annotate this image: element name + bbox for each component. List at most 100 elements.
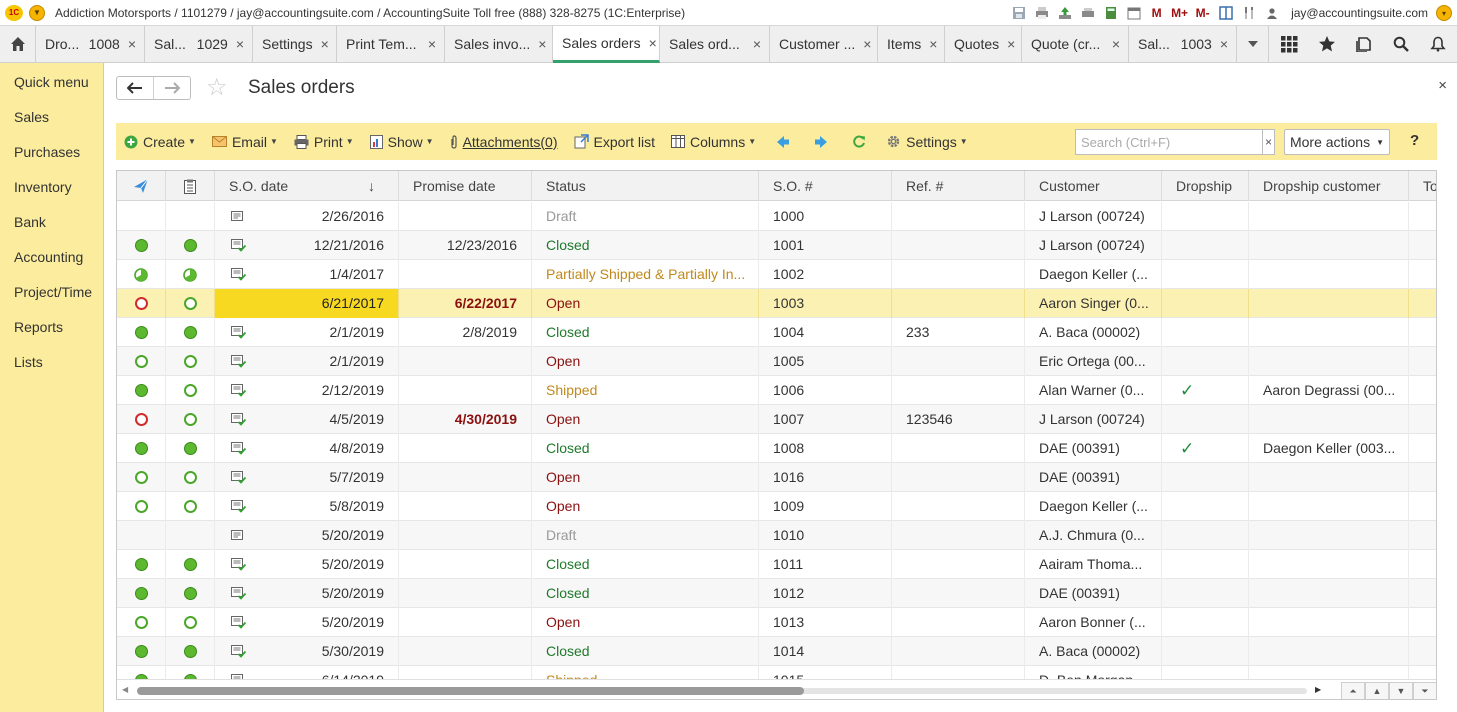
- ref-number-cell[interactable]: [892, 608, 1025, 637]
- dropship-customer-cell[interactable]: [1249, 231, 1409, 260]
- table-row[interactable]: 5/20/2019 Closed 1012 DAE (00391): [117, 579, 1436, 608]
- header-customer[interactable]: Customer: [1025, 171, 1162, 201]
- tab-11[interactable]: Sal... 1003 ×: [1129, 26, 1237, 62]
- total-cell[interactable]: [1409, 376, 1436, 405]
- ref-number-cell[interactable]: [892, 637, 1025, 666]
- total-cell[interactable]: [1409, 405, 1436, 434]
- dropship-customer-cell[interactable]: [1249, 521, 1409, 550]
- customer-cell[interactable]: J Larson (00724): [1025, 405, 1162, 434]
- dropship-cell[interactable]: [1162, 550, 1249, 579]
- scroll-to-top-icon[interactable]: ⏶: [1341, 682, 1365, 699]
- so-number-cell[interactable]: 1008: [759, 434, 892, 463]
- so-number-cell[interactable]: 1007: [759, 405, 892, 434]
- so-number-cell[interactable]: 1005: [759, 347, 892, 376]
- promise-date-cell[interactable]: 4/30/2019: [399, 405, 532, 434]
- dropship-cell[interactable]: [1162, 579, 1249, 608]
- dropship-customer-cell[interactable]: [1249, 202, 1409, 231]
- calculator-icon[interactable]: [1099, 3, 1122, 23]
- status-cell[interactable]: Closed: [532, 579, 759, 608]
- customer-cell[interactable]: Daegon Keller (...: [1025, 260, 1162, 289]
- add-to-favorites-star-icon[interactable]: ☆: [206, 76, 228, 100]
- table-row[interactable]: 2/26/2016 Draft 1000 J Larson (00724): [117, 202, 1436, 231]
- status-cell[interactable]: Partially Shipped & Partially In...: [532, 260, 759, 289]
- print-preview-icon[interactable]: [1076, 3, 1099, 23]
- main-menu-icon[interactable]: ▼: [29, 4, 45, 21]
- sidebar-item-project-time[interactable]: Project/Time: [0, 274, 103, 309]
- split-view-icon[interactable]: [1214, 3, 1237, 23]
- customer-cell[interactable]: DAE (00391): [1025, 579, 1162, 608]
- table-row[interactable]: 5/8/2019 Open 1009 Daegon Keller (...: [117, 492, 1436, 521]
- total-cell[interactable]: [1409, 260, 1436, 289]
- total-cell[interactable]: [1409, 347, 1436, 376]
- dropship-customer-cell[interactable]: [1249, 405, 1409, 434]
- tab-close-icon[interactable]: ×: [1007, 36, 1015, 52]
- ref-number-cell[interactable]: [892, 347, 1025, 376]
- customer-cell[interactable]: A. Baca (00002): [1025, 637, 1162, 666]
- table-row[interactable]: 5/20/2019 Draft 1010 A.J. Chmura (0...: [117, 521, 1436, 550]
- so-date-cell[interactable]: 2/1/2019: [215, 347, 399, 376]
- ref-number-cell[interactable]: [892, 463, 1025, 492]
- so-number-cell[interactable]: 1002: [759, 260, 892, 289]
- promise-date-cell[interactable]: [399, 376, 532, 405]
- promise-date-cell[interactable]: [399, 637, 532, 666]
- promise-date-cell[interactable]: [399, 579, 532, 608]
- memory-minus-button[interactable]: M-: [1191, 3, 1214, 23]
- status-cell[interactable]: Open: [532, 492, 759, 521]
- ref-number-cell[interactable]: [892, 376, 1025, 405]
- tab-close-icon[interactable]: ×: [236, 36, 244, 52]
- promise-date-cell[interactable]: [399, 550, 532, 579]
- header-ref-number[interactable]: Ref. #: [892, 171, 1025, 201]
- ref-number-cell[interactable]: [892, 492, 1025, 521]
- total-cell[interactable]: [1409, 289, 1436, 318]
- tab-4[interactable]: Sales invo... ×: [445, 26, 553, 62]
- so-date-cell[interactable]: 5/30/2019: [215, 637, 399, 666]
- 1c-logo-icon[interactable]: 1C: [5, 4, 23, 21]
- columns-button[interactable]: Columns ▼: [663, 123, 764, 160]
- tab-0[interactable]: Dro... 1008 ×: [36, 26, 145, 62]
- tab-9[interactable]: Quotes ×: [945, 26, 1022, 62]
- tab-close-icon[interactable]: ×: [649, 35, 657, 51]
- header-promise-date[interactable]: Promise date: [399, 171, 532, 201]
- dropship-cell[interactable]: [1162, 260, 1249, 289]
- total-cell[interactable]: [1409, 579, 1436, 608]
- customer-cell[interactable]: A.J. Chmura (0...: [1025, 521, 1162, 550]
- save-icon[interactable]: [1007, 3, 1030, 23]
- dropship-cell[interactable]: [1162, 231, 1249, 260]
- header-so-date[interactable]: S.O. date ↓: [215, 171, 399, 201]
- email-button[interactable]: Email ▼: [204, 123, 286, 160]
- all-functions-grid-icon[interactable]: [1271, 26, 1308, 62]
- ref-number-cell[interactable]: [892, 289, 1025, 318]
- total-cell[interactable]: [1409, 434, 1436, 463]
- dropship-cell[interactable]: [1162, 347, 1249, 376]
- header-dropship-customer[interactable]: Dropship customer: [1249, 171, 1409, 201]
- ref-number-cell[interactable]: [892, 231, 1025, 260]
- dropship-cell[interactable]: [1162, 492, 1249, 521]
- promise-date-cell[interactable]: [399, 608, 532, 637]
- dropship-cell[interactable]: ✓: [1162, 376, 1249, 405]
- status-cell[interactable]: Closed: [532, 318, 759, 347]
- so-date-cell[interactable]: 5/20/2019: [215, 550, 399, 579]
- so-number-cell[interactable]: 1014: [759, 637, 892, 666]
- notifications-bell-icon[interactable]: [1419, 26, 1456, 62]
- show-button[interactable]: Show ▼: [362, 123, 442, 160]
- dropship-cell[interactable]: [1162, 521, 1249, 550]
- move-right-arrow-icon[interactable]: [802, 123, 840, 160]
- favorites-star-icon[interactable]: [1308, 26, 1345, 62]
- dropship-cell[interactable]: [1162, 405, 1249, 434]
- print-button[interactable]: Print ▼: [286, 123, 362, 160]
- memory-plus-button[interactable]: M+: [1168, 3, 1191, 23]
- dropship-customer-cell[interactable]: [1249, 289, 1409, 318]
- promise-date-cell[interactable]: 12/23/2016: [399, 231, 532, 260]
- header-invoiced-clipboard-icon[interactable]: [166, 171, 215, 201]
- customer-cell[interactable]: Aairam Thoma...: [1025, 550, 1162, 579]
- table-row[interactable]: 5/30/2019 Closed 1014 A. Baca (00002): [117, 637, 1436, 666]
- promise-date-cell[interactable]: 2/8/2019: [399, 318, 532, 347]
- more-actions-button[interactable]: More actions ▼: [1284, 129, 1390, 155]
- table-row[interactable]: 1/4/2017 Partially Shipped & Partially In…: [117, 260, 1436, 289]
- customer-cell[interactable]: Aaron Singer (0...: [1025, 289, 1162, 318]
- total-cell[interactable]: [1409, 550, 1436, 579]
- status-cell[interactable]: Open: [532, 289, 759, 318]
- scroll-page-up-icon[interactable]: ▲: [1365, 682, 1389, 699]
- header-total[interactable]: To: [1409, 171, 1436, 201]
- customer-cell[interactable]: J Larson (00724): [1025, 202, 1162, 231]
